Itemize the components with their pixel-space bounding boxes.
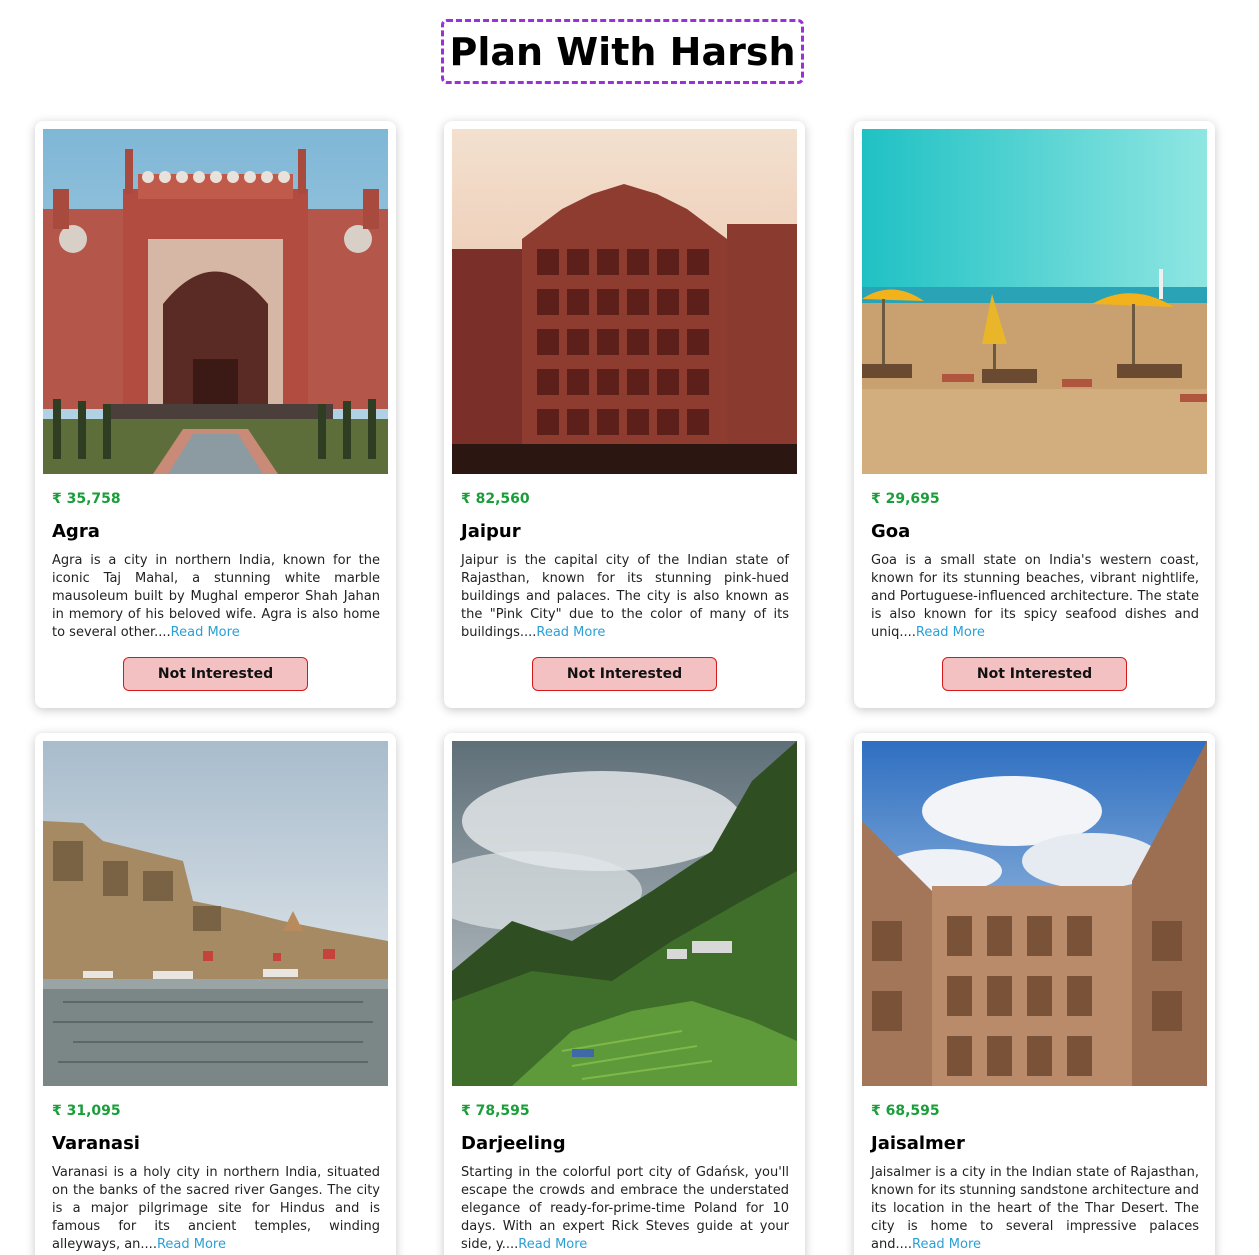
tour-description: Varanasi is a holy city in northern Indi…	[52, 1164, 380, 1254]
tour-name: Darjeeling	[461, 1133, 566, 1154]
title-box: Plan With Harsh	[441, 19, 804, 84]
not-interested-button[interactable]: Not Interested	[942, 657, 1127, 691]
not-interested-button[interactable]: Not Interested	[532, 657, 717, 691]
tour-photo	[862, 741, 1207, 1086]
read-more-link[interactable]: Read More	[518, 1237, 587, 1252]
read-more-link[interactable]: Read More	[912, 1237, 981, 1252]
tour-name: Jaisalmer	[871, 1133, 965, 1154]
read-more-link[interactable]: Read More	[171, 625, 240, 640]
beach-umbrellas-image	[862, 129, 1207, 474]
tour-price: ₹ 68,595	[871, 1103, 940, 1119]
tour-card: ₹ 68,595 Jaisalmer Jaisalmer is a city i…	[854, 733, 1215, 1255]
tour-description: Agra is a city in northern India, known …	[52, 552, 380, 642]
tour-card: ₹ 78,595 Darjeeling Starting in the colo…	[444, 733, 805, 1255]
tour-name: Goa	[871, 521, 911, 542]
tour-card: ₹ 35,758 Agra Agra is a city in northern…	[35, 121, 396, 708]
page: Plan With Harsh ₹ 35,758 Agra Agra is a …	[0, 0, 1259, 1255]
tour-description-text: Starting in the colorful port city of Gd…	[461, 1165, 789, 1252]
tour-photo	[43, 741, 388, 1086]
tour-name: Agra	[52, 521, 100, 542]
tour-description: Starting in the colorful port city of Gd…	[461, 1164, 789, 1254]
tour-photo	[43, 129, 388, 474]
tour-price: ₹ 29,695	[871, 491, 940, 507]
read-more-link[interactable]: Read More	[536, 625, 605, 640]
tour-photo	[452, 129, 797, 474]
sandstone-fort-courtyard-image	[862, 741, 1207, 1086]
green-hills-image	[452, 741, 797, 1086]
tour-description: Goa is a small state on India's western …	[871, 552, 1199, 642]
tour-photo	[452, 741, 797, 1086]
tour-name: Varanasi	[52, 1133, 140, 1154]
page-title: Plan With Harsh	[449, 29, 796, 74]
tour-price: ₹ 31,095	[52, 1103, 121, 1119]
tour-card: ₹ 29,695 Goa Goa is a small state on Ind…	[854, 121, 1215, 708]
tour-card: ₹ 82,560 Jaipur Jaipur is the capital ci…	[444, 121, 805, 708]
tour-photo	[862, 129, 1207, 474]
tour-description: Jaisalmer is a city in the Indian state …	[871, 1164, 1199, 1254]
tour-price: ₹ 35,758	[52, 491, 121, 507]
read-more-link[interactable]: Read More	[157, 1237, 226, 1252]
tour-description: Jaipur is the capital city of the Indian…	[461, 552, 789, 642]
river-ghats-image	[43, 741, 388, 1086]
hawa-mahal-facade-image	[452, 129, 797, 474]
tour-name: Jaipur	[461, 521, 521, 542]
red-sandstone-gateway-image	[43, 129, 388, 474]
tour-description-text: Jaipur is the capital city of the Indian…	[461, 553, 789, 640]
tour-price: ₹ 82,560	[461, 491, 530, 507]
read-more-link[interactable]: Read More	[916, 625, 985, 640]
tour-price: ₹ 78,595	[461, 1103, 530, 1119]
tour-card: ₹ 31,095 Varanasi Varanasi is a holy cit…	[35, 733, 396, 1255]
not-interested-button[interactable]: Not Interested	[123, 657, 308, 691]
